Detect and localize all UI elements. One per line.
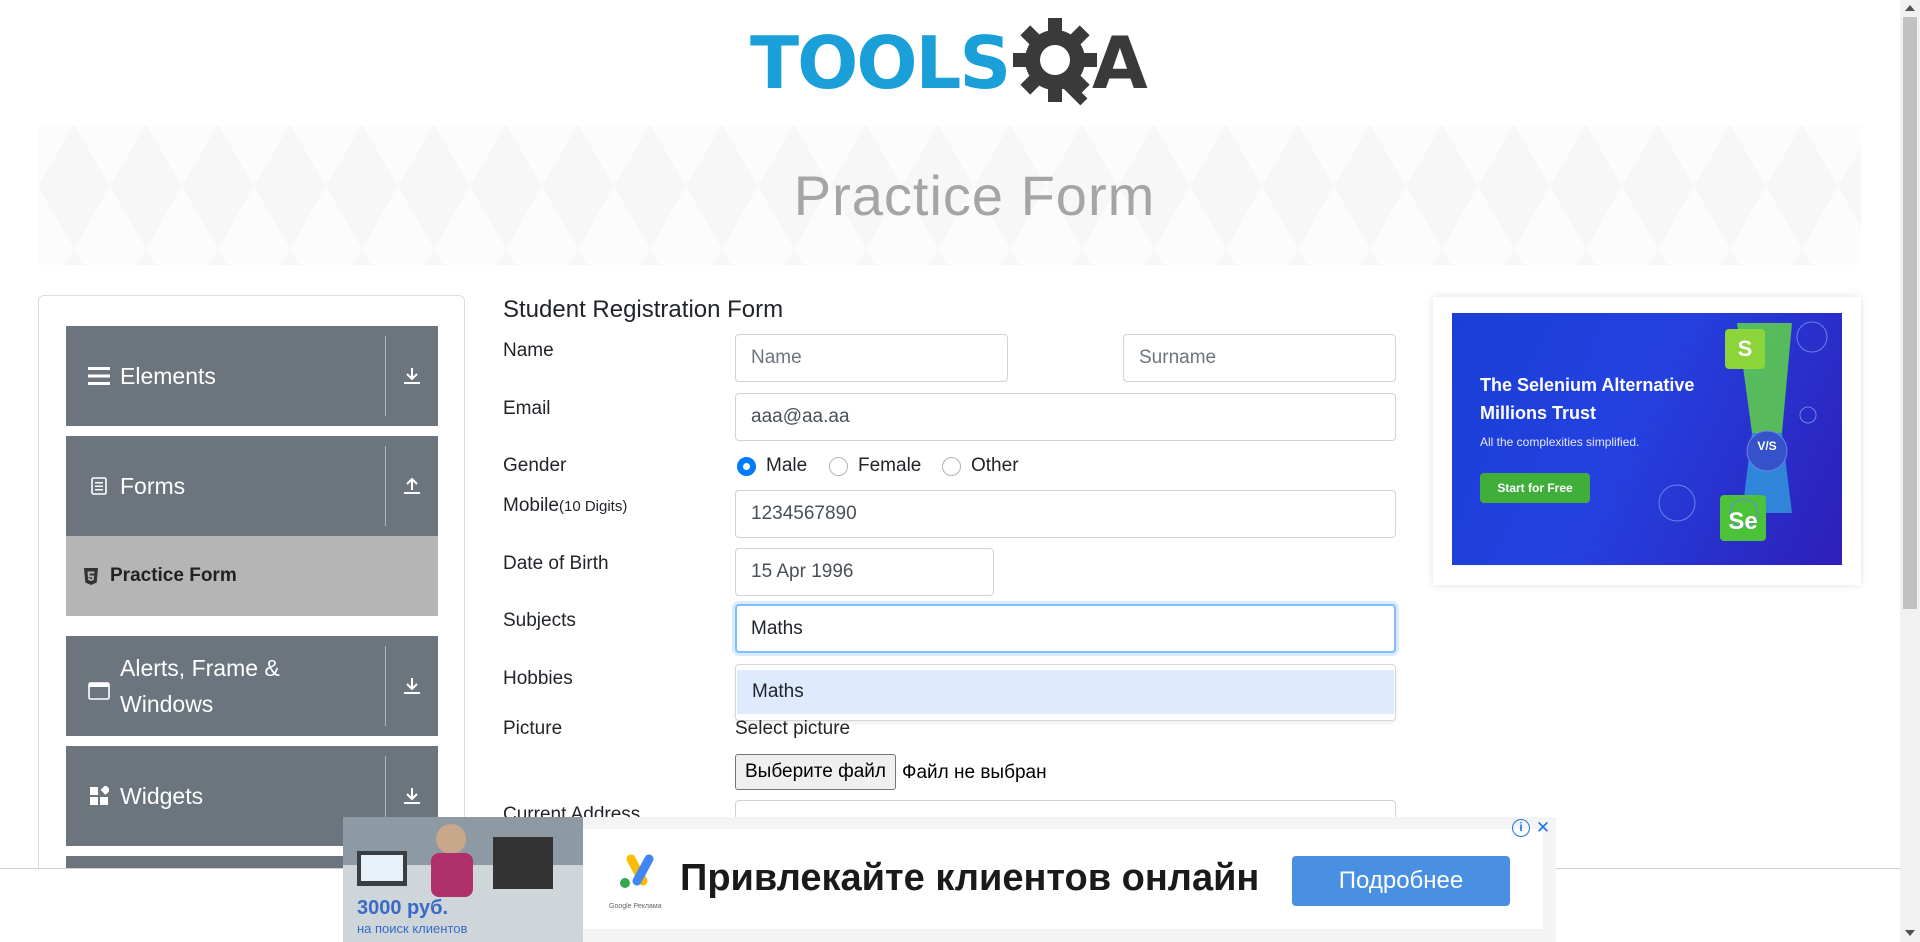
svg-text:TOOLS: TOOLS xyxy=(750,21,1009,105)
html5-icon xyxy=(84,567,100,585)
choose-file-button[interactable]: Выберите файл xyxy=(735,754,896,790)
scroll-thumb[interactable] xyxy=(1903,17,1917,609)
page-scrollbar[interactable] xyxy=(1900,0,1920,942)
sidebar-group-elements[interactable]: Elements xyxy=(66,326,438,426)
gender-radio-male[interactable]: Male xyxy=(737,455,807,477)
gender-radio-other[interactable]: Other xyxy=(942,455,1019,477)
ad-photo: 3000 руб. на поиск клиентов xyxy=(343,817,583,942)
sidebar-group-label: Elements xyxy=(120,363,216,389)
badge-s: S xyxy=(1737,336,1753,361)
download-arrow-icon[interactable] xyxy=(394,636,430,736)
radio-label: Female xyxy=(858,455,922,476)
sidebar-group-forms[interactable]: Forms xyxy=(66,436,438,536)
subjects-input[interactable]: Maths xyxy=(735,604,1396,653)
info-icon[interactable]: i xyxy=(1512,819,1530,837)
form-title: Student Registration Form xyxy=(503,296,784,323)
ad-brand: Google Реклама xyxy=(609,903,662,910)
ad-subline: All the complexities simplified. xyxy=(1480,435,1640,449)
mobile-hint: (10 Digits) xyxy=(558,498,628,515)
sidebar-item-label: Practice Form xyxy=(110,565,237,586)
file-status: Файл не выбран xyxy=(902,762,1047,783)
svg-text:A: A xyxy=(1092,21,1148,105)
radio-empty-icon[interactable] xyxy=(829,456,848,476)
mobile-input[interactable]: 1234567890 xyxy=(735,490,1396,538)
radio-label: Male xyxy=(766,455,808,476)
widgets-icon xyxy=(86,783,112,809)
page-title: Practice Form xyxy=(793,163,1156,227)
divider xyxy=(385,336,386,416)
ad-price-sub: на поиск клиентов xyxy=(357,921,468,936)
dob-input[interactable]: 15 Apr 1996 xyxy=(735,548,994,596)
subjects-suggestions: Maths xyxy=(735,664,1396,721)
subjects-label: Subjects xyxy=(503,610,576,631)
email-label: Email xyxy=(503,398,551,419)
ad-headline: Привлекайте клиентов онлайн xyxy=(680,857,1260,899)
gender-label: Gender xyxy=(503,455,567,476)
picture-label: Picture xyxy=(503,718,563,739)
first-name-input[interactable]: Name xyxy=(735,334,1008,382)
last-name-input[interactable]: Surname xyxy=(1123,334,1396,382)
badge-se: Se xyxy=(1728,508,1758,535)
mobile-label-text: Mobile xyxy=(503,495,559,516)
document-icon xyxy=(86,473,112,499)
ad-cta-button[interactable]: Start for Free xyxy=(1480,473,1590,503)
google-ads-logo-icon xyxy=(620,854,654,888)
divider xyxy=(385,646,386,726)
download-arrow-icon[interactable] xyxy=(394,326,430,426)
selenium-ad[interactable]: S Se V/S The Selenium Alternative Millio… xyxy=(1452,313,1842,565)
vs-badge: V/S xyxy=(1757,439,1777,453)
ad-more-button[interactable]: Подробнее xyxy=(1292,856,1510,906)
sidebar-group-label: Widgets xyxy=(120,783,204,809)
ad-price: 3000 руб. xyxy=(357,897,449,919)
ad-container: S Se V/S The Selenium Alternative Millio… xyxy=(1433,297,1861,585)
scroll-down-icon[interactable] xyxy=(1905,930,1915,936)
dob-label: Date of Birth xyxy=(503,553,609,574)
ad-headline: The Selenium Alternative Millions Trust xyxy=(1480,375,1695,423)
sidebar-item-practice-form[interactable]: Practice Form xyxy=(66,536,438,616)
divider xyxy=(385,446,386,526)
scroll-up-icon[interactable] xyxy=(1905,5,1915,11)
menu-lines-icon xyxy=(86,363,112,389)
upload-arrow-icon[interactable] xyxy=(394,436,430,536)
window-icon xyxy=(86,678,112,704)
gender-radio-female[interactable]: Female xyxy=(829,455,921,477)
close-icon[interactable]: ✕ xyxy=(1534,819,1552,837)
name-label: Name xyxy=(503,340,554,361)
toolsqa-logo[interactable]: TOOLS A xyxy=(750,18,1155,113)
radio-selected-icon[interactable] xyxy=(737,456,756,476)
page-banner: Practice Form xyxy=(38,125,1861,265)
bottom-ad[interactable]: 3000 руб. на поиск клиентов Google Рекла… xyxy=(343,817,1556,942)
email-input[interactable]: aaa@aa.aa xyxy=(735,393,1396,441)
radio-empty-icon[interactable] xyxy=(942,456,961,476)
radio-label: Other xyxy=(971,455,1019,476)
hobbies-label: Hobbies xyxy=(503,668,573,689)
sidebar-group-label: Forms xyxy=(120,473,186,499)
suggestion-option[interactable]: Maths xyxy=(737,670,1394,714)
sidebar-group-alerts[interactable]: Alerts, Frame & Windows xyxy=(66,636,438,736)
sidebar-group-label: Alerts, Frame & Windows xyxy=(120,655,280,717)
select-picture-label: Select picture xyxy=(735,718,851,739)
mobile-label: Mobile(10 Digits) xyxy=(503,495,627,517)
